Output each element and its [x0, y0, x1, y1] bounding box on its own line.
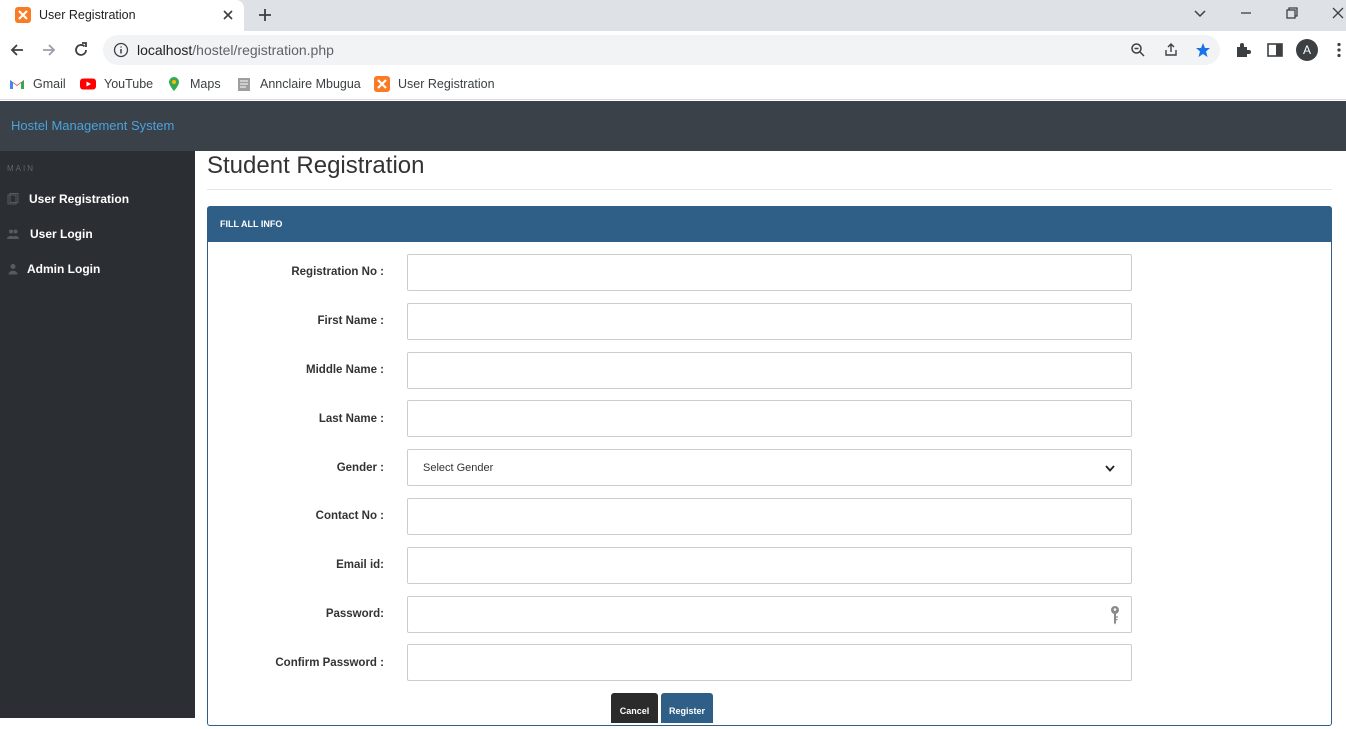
contact-no-input[interactable] [407, 498, 1132, 535]
side-panel-icon[interactable] [1266, 41, 1284, 59]
star-icon[interactable] [1195, 42, 1211, 58]
first-name-label: First Name : [317, 315, 384, 327]
sidebar: MAIN User Registration User Login Admin … [0, 151, 195, 718]
page-title: Student Registration [207, 152, 425, 179]
files-icon [7, 193, 19, 205]
bookmark-youtube[interactable]: YouTube [80, 75, 153, 93]
gender-select[interactable]: Select Gender [407, 449, 1132, 486]
window-close-icon[interactable] [1330, 5, 1346, 21]
panel-title: FILL ALL INFO [220, 219, 283, 229]
xampp-icon [374, 76, 390, 92]
gender-select-value: Select Gender [423, 461, 494, 474]
sidebar-item-label: User Login [30, 227, 93, 241]
last-name-label: Last Name : [318, 413, 384, 425]
info-icon[interactable] [113, 42, 129, 58]
middle-name-label: Middle Name : [306, 364, 384, 376]
middle-name-input[interactable] [407, 352, 1132, 389]
browser-tab[interactable]: User Registration [0, 0, 244, 31]
sidebar-item-admin-login[interactable]: Admin Login [0, 257, 195, 281]
gender-label: Gender : [336, 462, 384, 474]
forward-arrow-icon[interactable] [40, 41, 58, 59]
bookmarks-bar: Gmail YouTube Maps Annclaire Mbugua User… [0, 69, 1346, 100]
confirm-password-label: Confirm Password : [275, 657, 384, 669]
chevron-down-icon [1105, 464, 1115, 472]
restore-icon[interactable] [1284, 5, 1300, 21]
share-icon[interactable] [1163, 42, 1179, 58]
address-bar[interactable]: localhost/hostel/registration.php [103, 35, 1220, 65]
minimize-icon[interactable] [1238, 5, 1254, 21]
main-content: Student Registration FILL ALL INFO Regis… [195, 151, 1346, 726]
sidebar-item-label: User Registration [29, 192, 130, 206]
browser-toolbar: localhost/hostel/registration.php A [0, 31, 1346, 69]
first-name-input[interactable] [407, 303, 1132, 340]
chevron-down-icon[interactable] [1192, 5, 1208, 21]
bookmark-user-registration[interactable]: User Registration [374, 75, 495, 93]
panel-heading: FILL ALL INFO [208, 207, 1331, 242]
bookmark-annclaire[interactable]: Annclaire Mbugua [236, 75, 361, 93]
brand-title[interactable]: Hostel Management System [11, 118, 174, 133]
page-icon [238, 78, 250, 91]
reload-icon[interactable] [72, 41, 90, 59]
profile-avatar[interactable]: A [1296, 39, 1318, 61]
app-header: Hostel Management System [0, 101, 1346, 151]
youtube-icon [80, 78, 96, 90]
sidebar-heading: MAIN [7, 164, 35, 173]
email-input[interactable] [407, 547, 1132, 584]
zoom-icon[interactable] [1130, 42, 1146, 58]
browser-tabstrip: User Registration [0, 0, 1346, 31]
bookmark-gmail[interactable]: Gmail [9, 75, 66, 93]
divider [207, 189, 1332, 190]
extensions-icon[interactable] [1234, 41, 1252, 59]
email-label: Email id: [336, 559, 384, 571]
sidebar-item-label: Admin Login [27, 262, 101, 276]
register-button[interactable]: Register [661, 693, 713, 723]
registration-panel: FILL ALL INFO Registration No : First Na… [207, 206, 1332, 726]
sidebar-item-user-registration[interactable]: User Registration [0, 187, 195, 211]
plus-icon[interactable] [256, 6, 274, 24]
back-arrow-icon[interactable] [8, 41, 26, 59]
xampp-icon [15, 7, 31, 23]
user-icon [8, 264, 18, 275]
cancel-button[interactable]: Cancel [611, 693, 658, 723]
registration-no-input[interactable] [407, 254, 1132, 291]
password-label: Password: [325, 608, 384, 620]
url-text: localhost/hostel/registration.php [137, 42, 334, 58]
users-icon [7, 229, 19, 239]
last-name-input[interactable] [407, 400, 1132, 437]
menu-dots-icon[interactable] [1330, 41, 1346, 59]
tab-title: User Registration [39, 8, 136, 22]
gmail-icon [10, 80, 24, 89]
key-icon[interactable] [1109, 605, 1121, 625]
maps-icon [169, 77, 179, 91]
confirm-password-input[interactable] [407, 644, 1132, 681]
registration-no-label: Registration No : [291, 266, 384, 278]
bookmark-maps[interactable]: Maps [166, 75, 221, 93]
close-icon[interactable] [219, 6, 237, 24]
contact-no-label: Contact No : [315, 510, 384, 522]
sidebar-item-user-login[interactable]: User Login [0, 222, 195, 246]
password-input[interactable] [407, 596, 1132, 633]
